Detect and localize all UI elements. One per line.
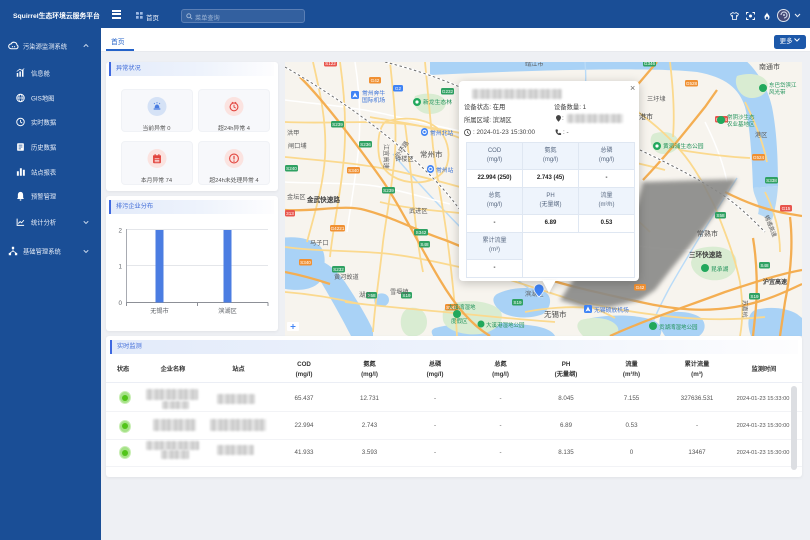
svg-text:S19: S19 xyxy=(513,300,522,305)
svg-text:G346: G346 xyxy=(644,62,656,66)
svg-text:贡湖湾湿地公园: 贡湖湾湿地公园 xyxy=(659,323,698,331)
svg-text:S236: S236 xyxy=(360,142,371,147)
svg-text:常州北站: 常州北站 xyxy=(430,129,453,137)
svg-text:靖江市: 靖江市 xyxy=(525,62,544,68)
svg-text:雪堰镇: 雪堰镇 xyxy=(390,288,409,296)
svg-text:S232: S232 xyxy=(333,267,344,272)
svg-text:2: 2 xyxy=(119,228,123,235)
svg-text:S48: S48 xyxy=(760,263,769,268)
svg-text:G42: G42 xyxy=(371,78,380,83)
svg-text:无锡硕放机场: 无锡硕放机场 xyxy=(594,306,629,314)
svg-text:三环快速路: 三环快速路 xyxy=(689,250,722,259)
svg-text:G2: G2 xyxy=(395,86,402,91)
svg-text:金武快速路: 金武快速路 xyxy=(306,195,340,204)
svg-text:0: 0 xyxy=(119,300,123,307)
svg-text:常州奔牛: 常州奔牛 xyxy=(362,89,385,97)
svg-text:洪甲: 洪甲 xyxy=(287,129,299,137)
svg-text:G524: G524 xyxy=(753,155,765,160)
svg-text:G15: G15 xyxy=(782,206,791,211)
svg-text:大溪湾湿地: 大溪湾湿地 xyxy=(448,303,476,311)
svg-text:三圩埭: 三圩埭 xyxy=(647,95,666,103)
svg-text:G232: G232 xyxy=(442,89,454,94)
svg-text:S48: S48 xyxy=(420,242,429,247)
svg-text:无锡市: 无锡市 xyxy=(544,309,567,319)
svg-text:南通市: 南通市 xyxy=(759,62,780,71)
svg-text:闸口埔: 闸口埔 xyxy=(288,142,307,150)
svg-text:S239: S239 xyxy=(383,188,394,193)
svg-text:1: 1 xyxy=(119,264,123,271)
svg-text:马子口: 马子口 xyxy=(310,239,329,247)
svg-text:港区: 港区 xyxy=(755,131,767,139)
svg-text:常州市: 常州市 xyxy=(420,149,443,159)
svg-text:新龙生态林: 新龙生态林 xyxy=(423,98,452,106)
svg-text:无锡市: 无锡市 xyxy=(150,307,169,315)
svg-text:江宜高速: 江宜高速 xyxy=(382,144,390,169)
svg-text:苏嘉杭: 苏嘉杭 xyxy=(741,300,749,318)
svg-text:国际机场: 国际机场 xyxy=(362,96,385,104)
svg-text:昆承湖: 昆承湖 xyxy=(711,265,729,273)
svg-text:黄河故道: 黄河故道 xyxy=(334,273,359,281)
svg-text:G4221: G4221 xyxy=(331,226,345,231)
svg-text:风光带: 风光带 xyxy=(769,88,786,96)
svg-text:大溪港湿地公园: 大溪港湿地公园 xyxy=(486,321,525,329)
svg-text:港市: 港市 xyxy=(639,112,653,121)
svg-text:G42: G42 xyxy=(636,285,645,290)
svg-text:东巴岱滨江: 东巴岱滨江 xyxy=(769,81,797,89)
svg-text:度假区: 度假区 xyxy=(451,317,468,325)
svg-text:农业基地区: 农业基地区 xyxy=(727,120,755,128)
svg-text:S58: S58 xyxy=(716,213,725,218)
svg-text:S19: S19 xyxy=(750,294,759,299)
svg-text:武进区: 武进区 xyxy=(409,207,428,215)
svg-text:S240: S240 xyxy=(286,166,297,171)
svg-text:常熟市: 常熟市 xyxy=(697,229,718,238)
svg-text:S340: S340 xyxy=(348,168,359,173)
svg-text:滨湖区: 滨湖区 xyxy=(218,307,237,315)
svg-text:湖父: 湖父 xyxy=(359,291,371,299)
svg-text:S342: S342 xyxy=(416,230,427,235)
svg-text:313: 313 xyxy=(286,211,294,216)
svg-text:S340: S340 xyxy=(300,260,311,265)
svg-text:S338: S338 xyxy=(766,178,777,183)
svg-text:黄泗浦生态公园: 黄泗浦生态公园 xyxy=(663,142,704,150)
svg-text:G528: G528 xyxy=(686,81,698,86)
svg-text:金坛区: 金坛区 xyxy=(287,193,306,201)
svg-text:常阴沙生态: 常阴沙生态 xyxy=(727,113,755,121)
svg-text:S239: S239 xyxy=(332,122,343,127)
svg-text:常州站: 常州站 xyxy=(436,166,454,174)
svg-text:沪宜高速: 沪宜高速 xyxy=(763,278,787,286)
svg-text:S122: S122 xyxy=(325,62,336,66)
